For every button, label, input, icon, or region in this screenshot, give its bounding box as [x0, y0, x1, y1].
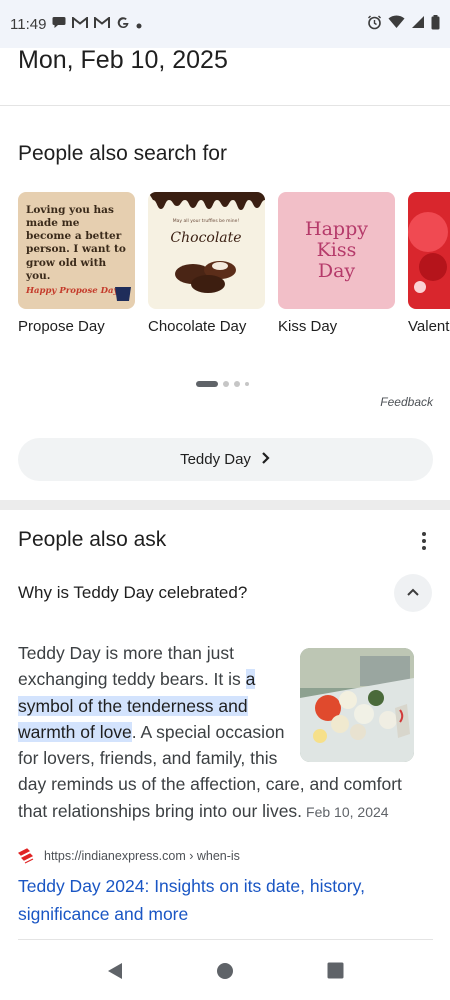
teddy-day-button-label: Teddy Day — [180, 451, 251, 468]
pagination-dot — [234, 381, 240, 387]
bouquet-illustration — [300, 648, 414, 762]
more-options-icon[interactable] — [416, 528, 432, 554]
battery-icon — [431, 14, 440, 34]
gmail-icon — [72, 15, 89, 32]
chevron-right-icon — [261, 449, 271, 470]
valentine-image — [408, 192, 450, 309]
chocolate-illustration: May all your truffles be mine! Chocolate — [148, 192, 265, 293]
system-nav-bar — [0, 946, 450, 1000]
kiss-day-image: Happy Kiss Day — [278, 192, 395, 309]
people-also-search-title: People also search for — [18, 142, 227, 165]
pagination-dot — [245, 382, 249, 386]
pagination-dot-active — [196, 381, 218, 387]
teddy-day-button[interactable]: Teddy Day — [18, 438, 433, 481]
search-card-label: Chocolate Day — [148, 318, 247, 335]
kiss-day-image-text: Happy Kiss Day — [305, 218, 368, 282]
chocolate-script: Chocolate — [170, 230, 241, 246]
chocolate-subtext: May all your truffles be mine! — [173, 218, 240, 224]
search-card-valentine[interactable]: Valent — [408, 192, 450, 335]
valentine-illustration — [408, 212, 448, 293]
answer-date: Feb 10, 2024 — [306, 803, 389, 820]
google-icon — [116, 16, 130, 33]
search-card-label: Valent — [408, 318, 450, 335]
gmail-icon — [94, 15, 111, 32]
search-card-label: Kiss Day — [278, 318, 338, 335]
people-also-ask-title: People also ask — [18, 528, 167, 551]
search-card-chocolate-day[interactable]: May all your truffles be mine! Chocolate… — [148, 192, 265, 335]
search-card-kiss-day[interactable]: Happy Kiss Day Kiss Day — [278, 192, 395, 335]
source-row[interactable]: https://indianexpress.com › when-is — [17, 848, 240, 864]
signal-icon — [411, 15, 425, 33]
divider — [18, 939, 433, 940]
propose-day-image-text: Loving you has made me become a better p… — [26, 204, 126, 282]
status-bar: 11:49 — [0, 0, 450, 48]
divider — [0, 105, 450, 106]
answer-snippet: Teddy Day is more than just exchanging t… — [18, 640, 414, 825]
recents-icon[interactable] — [327, 962, 344, 984]
chevron-up-icon — [406, 584, 420, 602]
home-icon[interactable] — [216, 962, 234, 985]
search-card-propose-day[interactable]: Loving you has made me become a better p… — [18, 192, 135, 335]
result-date: Mon, Feb 10, 2025 — [18, 46, 228, 74]
section-divider — [0, 500, 450, 510]
status-time: 11:49 — [10, 15, 47, 33]
teddy-bouquet-image[interactable] — [300, 648, 414, 762]
dot-icon — [136, 17, 142, 32]
chocolate-day-image: May all your truffles be mine! Chocolate — [148, 192, 265, 309]
result-title-link[interactable]: Teddy Day 2024: Insights on its date, hi… — [18, 872, 418, 928]
feedback-link[interactable]: Feedback — [380, 395, 433, 409]
source-url: https://indianexpress.com › when-is — [44, 849, 240, 863]
people-also-search-carousel[interactable]: Loving you has made me become a better p… — [18, 192, 450, 342]
chat-icon — [52, 16, 66, 32]
carousel-pagination — [196, 381, 249, 387]
propose-day-image: Loving you has made me become a better p… — [18, 192, 135, 309]
answer-text-before: Teddy Day is more than just exchanging t… — [18, 643, 246, 690]
ribbon-decoration — [115, 287, 131, 301]
search-card-label: Propose Day — [18, 318, 105, 335]
indian-express-logo-icon — [17, 848, 34, 864]
back-icon[interactable] — [107, 962, 123, 985]
alarm-icon — [367, 15, 382, 34]
wifi-icon — [388, 15, 405, 33]
collapse-button[interactable] — [394, 574, 432, 612]
pagination-dot — [223, 381, 229, 387]
question-text[interactable]: Why is Teddy Day celebrated? — [18, 583, 247, 603]
